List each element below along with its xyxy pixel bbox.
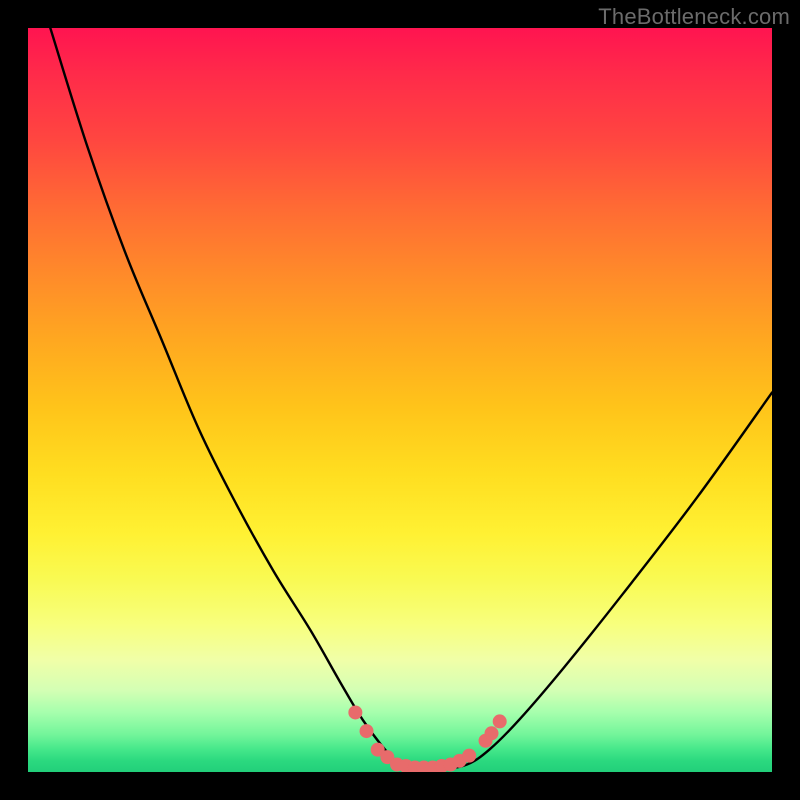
chart-stage: TheBottleneck.com <box>0 0 800 800</box>
watermark-text: TheBottleneck.com <box>598 4 790 30</box>
bottleneck-curve <box>50 28 772 769</box>
highlight-dot <box>348 705 362 719</box>
highlight-dot <box>485 726 499 740</box>
highlight-dot <box>360 724 374 738</box>
curve-layer <box>28 28 772 772</box>
highlight-dot <box>462 749 476 763</box>
plot-area <box>28 28 772 772</box>
highlight-dots <box>348 705 506 772</box>
highlight-dot <box>493 714 507 728</box>
